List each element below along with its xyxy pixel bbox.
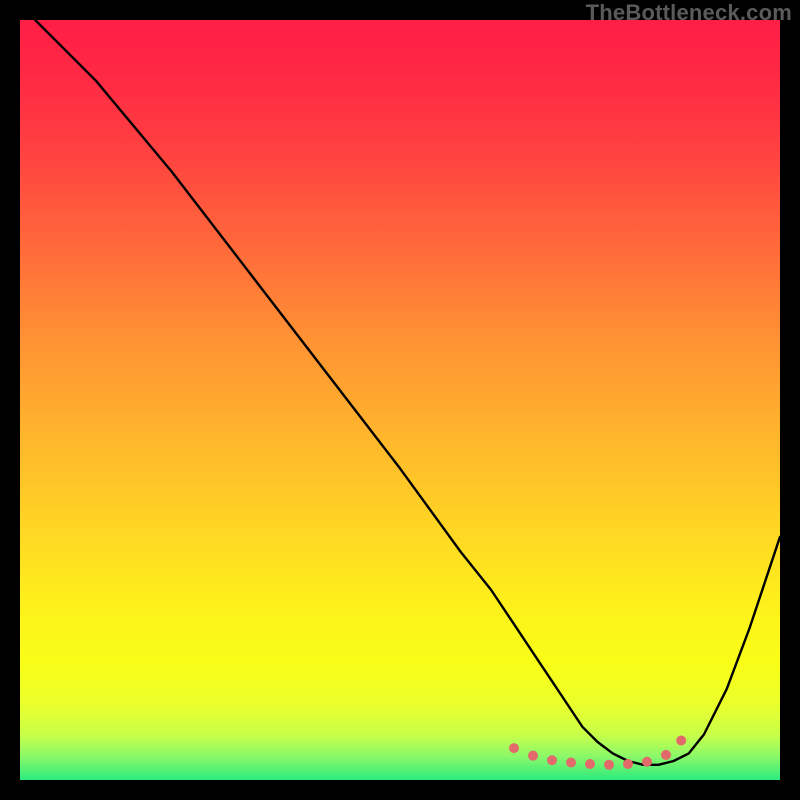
highlight-dot bbox=[623, 759, 633, 769]
highlight-dot bbox=[509, 743, 519, 753]
highlight-dot bbox=[566, 758, 576, 768]
plot-area bbox=[20, 20, 780, 780]
highlight-dot bbox=[585, 759, 595, 769]
bottleneck-curve bbox=[35, 20, 780, 765]
highlight-dot bbox=[642, 757, 652, 767]
curve-layer bbox=[20, 20, 780, 780]
highlight-dot bbox=[604, 760, 614, 770]
highlight-dot bbox=[528, 751, 538, 761]
chart-frame: TheBottleneck.com bbox=[0, 0, 800, 800]
highlight-dot bbox=[661, 750, 671, 760]
highlight-dot bbox=[547, 755, 557, 765]
highlight-dot bbox=[676, 735, 686, 745]
